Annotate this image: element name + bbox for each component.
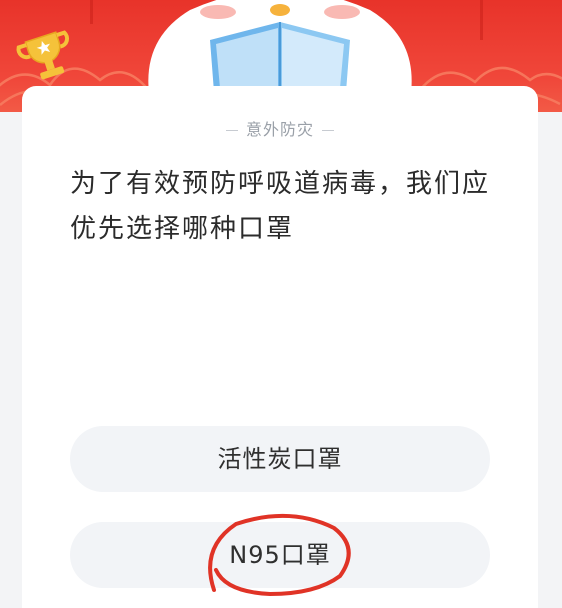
question-line-1: 为了有效预防呼吸道病毒，我们应: [70, 169, 491, 199]
quiz-screen: 意外防灾 为了有效预防呼吸道病毒，我们应 优先选择哪种口罩 活性炭口罩 N95口…: [0, 0, 562, 608]
option-button-2[interactable]: N95口罩: [70, 522, 490, 588]
question-text: 为了有效预防呼吸道病毒，我们应 优先选择哪种口罩: [70, 162, 500, 252]
category-left-dash: [225, 130, 238, 131]
category-right-dash: [322, 130, 334, 131]
mascot-reading-book: [148, 0, 412, 100]
option-button-1[interactable]: 活性炭口罩: [70, 426, 490, 492]
question-line-2: 优先选择哪种口罩: [70, 214, 295, 244]
category-text: 意外防灾: [245, 120, 314, 139]
question-card: 意外防灾 为了有效预防呼吸道病毒，我们应 优先选择哪种口罩 活性炭口罩 N95口…: [22, 86, 538, 608]
category-label: 意外防灾: [22, 116, 538, 140]
option-label-1: 活性炭口罩: [217, 445, 343, 473]
option-label-2: N95口罩: [229, 541, 331, 569]
trophy-icon: [16, 30, 70, 80]
